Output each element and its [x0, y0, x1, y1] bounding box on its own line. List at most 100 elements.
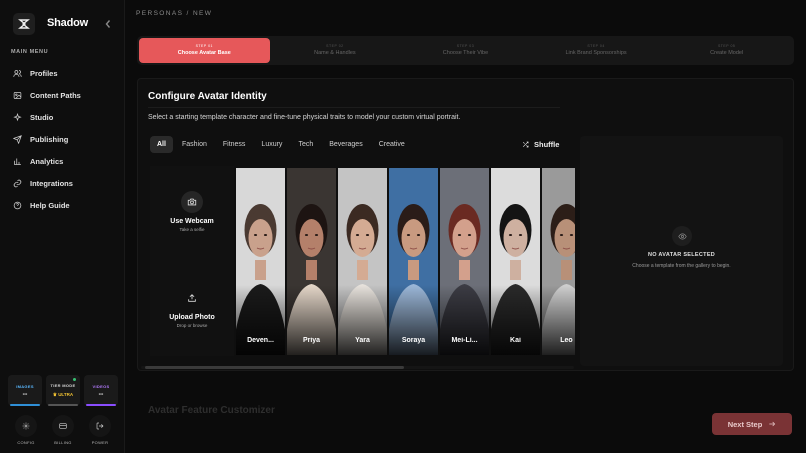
filter-beverages[interactable]: Beverages — [322, 136, 369, 153]
sidebar: Shadow MAIN MENU Profiles Content Paths … — [0, 0, 125, 453]
eye-icon — [672, 226, 692, 246]
sidebar-item-content-paths[interactable]: Content Paths — [0, 84, 125, 106]
avatar-name: Leo — [560, 337, 573, 344]
avatar-card[interactable]: Mei-Li... — [440, 168, 489, 355]
images-stat: IMAGES -- — [8, 375, 42, 406]
users-icon — [13, 69, 22, 77]
gallery-scrollbar-thumb[interactable] — [145, 366, 404, 369]
videos-stat-label: VIDEOS — [92, 384, 110, 389]
panel-subtitle: Select a starting template character and… — [148, 114, 461, 121]
avatar-card[interactable]: Leo — [542, 168, 575, 355]
next-step-label: Next Step — [727, 419, 763, 429]
tier-stat-bar — [48, 404, 78, 406]
filter-creative[interactable]: Creative — [372, 136, 412, 153]
images-stat-bar — [10, 404, 40, 406]
avatar-name: Priya — [302, 337, 321, 344]
logo-mark-icon — [18, 19, 30, 29]
power-button[interactable]: POWER — [88, 415, 112, 445]
avatar-card[interactable]: Soraya — [389, 168, 438, 355]
collapse-sidebar-icon[interactable] — [103, 18, 113, 30]
step-number: STEP 05 — [717, 44, 736, 48]
sidebar-item-label: Studio — [30, 112, 54, 122]
step-4[interactable]: STEP 04 Link Brand Sponsorships — [531, 38, 662, 63]
step-title: Choose Avatar Base — [177, 50, 231, 56]
sidebar-item-profiles[interactable]: Profiles — [0, 62, 125, 84]
step-number: STEP 04 — [587, 44, 605, 48]
videos-stat-bar — [86, 404, 116, 406]
step-number: STEP 01 — [195, 44, 214, 48]
use-webcam-button[interactable]: Use Webcam Take a selfie — [150, 191, 234, 232]
shuffle-label: Shuffle — [534, 140, 560, 149]
images-stat-label: IMAGES — [16, 384, 34, 389]
sidebar-item-publishing[interactable]: Publishing — [0, 128, 125, 150]
arrow-right-icon — [769, 421, 776, 427]
avatar-shade — [491, 285, 540, 355]
step-number: STEP 03 — [456, 44, 475, 48]
help-icon — [13, 201, 22, 209]
next-step-button[interactable]: Next Step — [712, 413, 792, 435]
sidebar-item-integrations[interactable]: Integrations — [0, 172, 125, 194]
link-icon — [13, 179, 22, 187]
avatar-shade — [287, 285, 336, 355]
crown-icon: ♛ — [52, 392, 57, 397]
sidebar-item-analytics[interactable]: Analytics — [0, 150, 125, 172]
avatar-card[interactable]: Priya — [287, 168, 336, 355]
power-icon-wrap — [89, 415, 111, 437]
step-5[interactable]: STEP 05 Create Model — [661, 38, 792, 63]
upload-icon — [188, 294, 196, 302]
logo[interactable] — [13, 13, 35, 35]
avatar-name: Kai — [510, 337, 521, 344]
filter-fashion[interactable]: Fashion — [175, 136, 214, 153]
sidebar-item-label: Help Guide — [30, 200, 70, 210]
filter-fitness[interactable]: Fitness — [216, 136, 253, 153]
step-1[interactable]: STEP 01 Choose Avatar Base — [139, 38, 270, 63]
menu-label: MAIN MENU — [11, 49, 49, 55]
avatar-card[interactable]: Kai — [491, 168, 540, 355]
webcam-subtitle: Take a selfie — [179, 227, 205, 232]
sidebar-item-studio[interactable]: Studio — [0, 106, 125, 128]
billing-icon-wrap — [52, 415, 74, 437]
filter-all[interactable]: All — [150, 136, 173, 153]
avatar-name: Deven... — [247, 337, 274, 344]
divider — [148, 107, 560, 108]
sidebar-item-label: Content Paths — [30, 90, 81, 100]
step-2[interactable]: STEP 02 Name & Handles — [270, 38, 401, 63]
shuffle-button[interactable]: Shuffle — [522, 140, 559, 149]
avatar-preview — [580, 136, 783, 366]
main-nav: Profiles Content Paths Studio Publishing… — [0, 62, 125, 216]
status-dot — [73, 378, 76, 381]
billing-button[interactable]: BILLING — [51, 415, 75, 445]
config-label: CONFIG — [17, 440, 35, 445]
avatar-name: Soraya — [401, 337, 426, 344]
step-title: Create Model — [710, 50, 744, 56]
config-button[interactable]: CONFIG — [14, 415, 38, 445]
logout-icon — [96, 422, 104, 430]
feature-customizer-title: Avatar Feature Customizer — [148, 405, 275, 416]
avatar-card[interactable]: Deven... — [236, 168, 285, 355]
category-filters: All Fashion Fitness Luxury Tech Beverage… — [150, 136, 414, 153]
avatar-shade — [338, 285, 387, 355]
step-title: Link Brand Sponsorships — [565, 50, 627, 56]
credit-card-icon — [59, 423, 67, 429]
avatar-shade — [542, 285, 575, 355]
filter-tech[interactable]: Tech — [291, 136, 320, 153]
tier-stat-value-text: ULTRA — [58, 392, 74, 397]
filter-luxury[interactable]: Luxury — [254, 136, 289, 153]
upload-title: Upload Photo — [169, 314, 215, 321]
shuffle-icon — [522, 141, 529, 148]
step-title: Name & Handles — [314, 50, 356, 56]
videos-stat-value: -- — [98, 391, 104, 398]
images-stat-value: -- — [22, 391, 28, 398]
avatar-shade — [389, 285, 438, 355]
send-icon — [13, 134, 22, 144]
step-number: STEP 02 — [326, 44, 344, 48]
step-progress: STEP 01 Choose Avatar Base STEP 02 Name … — [137, 36, 794, 65]
step-3[interactable]: STEP 03 Choose Their Vibe — [400, 38, 531, 63]
avatar-card[interactable]: Yara — [338, 168, 387, 355]
upload-photo-button[interactable]: Upload Photo Drop or browse — [150, 287, 234, 328]
avatar-gallery: Deven... Priya Yara Soraya Mei-Li... Kai Leo — [236, 168, 575, 355]
preview-title: NO AVATAR SELECTED — [647, 252, 716, 258]
sidebar-item-help-guide[interactable]: Help Guide — [0, 194, 125, 216]
step-title: Choose Their Vibe — [442, 50, 489, 56]
camera-icon-wrap — [181, 191, 203, 213]
